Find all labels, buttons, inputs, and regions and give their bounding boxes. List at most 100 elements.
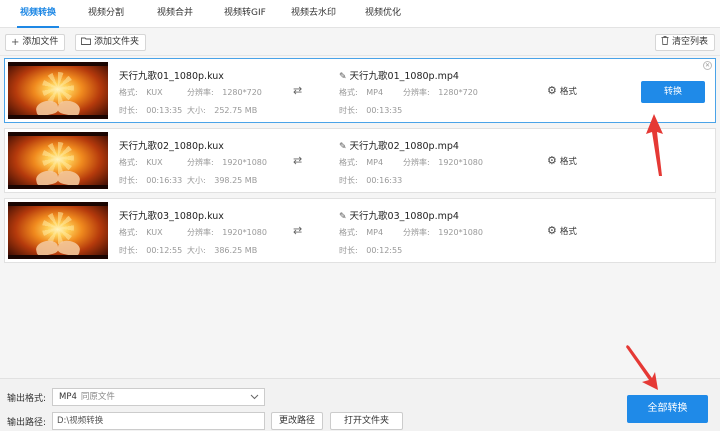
tab-bar: 视频转换 视频分割 视频合并 视频转GIF 视频去水印 视频优化 bbox=[0, 0, 720, 28]
empty-list-area bbox=[0, 266, 720, 378]
output-file-name-wrap[interactable]: ✎ 天行九歌02_1080p.mp4 bbox=[339, 138, 459, 152]
output-file-name-wrap[interactable]: ✎ 天行九歌03_1080p.mp4 bbox=[339, 208, 459, 222]
out-resolution-value: 1920*1080 bbox=[438, 158, 483, 167]
format-value: KUX bbox=[146, 158, 163, 167]
file-row[interactable]: 天行九歌02_1080p.kux 格式: KUX 分辨率: 1920*1080 … bbox=[4, 128, 716, 193]
tab-video-to-gif[interactable]: 视频转GIF bbox=[224, 0, 266, 28]
open-folder-button[interactable]: 打开文件夹 bbox=[330, 412, 403, 430]
output-file-name: 天行九歌01_1080p.mp4 bbox=[349, 71, 459, 82]
tab-video-optimize[interactable]: 视频优化 bbox=[365, 0, 401, 28]
size-label: 大小: bbox=[187, 246, 206, 255]
source-file-name: 天行九歌02_1080p.kux bbox=[119, 141, 224, 152]
out-duration-value: 00:13:35 bbox=[366, 106, 403, 115]
gear-icon: ⚙ bbox=[547, 84, 557, 97]
out-resolution-label: 分辨率: bbox=[403, 228, 430, 237]
duration-label: 时长: bbox=[119, 246, 138, 255]
output-settings-panel: 输出格式: MP4 同原文件 输出路径: D:\视频转换 更改路径 打开文件夹 全… bbox=[0, 378, 720, 431]
size-value: 386.25 MB bbox=[214, 246, 258, 255]
duration-value: 00:12:55 bbox=[146, 246, 183, 255]
close-icon[interactable]: ✕ bbox=[703, 61, 712, 70]
gear-icon: ⚙ bbox=[547, 154, 557, 167]
resolution-value: 1920*1080 bbox=[222, 228, 267, 237]
out-resolution-label: 分辨率: bbox=[403, 158, 430, 167]
format-label: 格式: bbox=[119, 88, 138, 97]
toolbar: + 添加文件 添加文件夹 清空列表 bbox=[0, 28, 720, 56]
clear-list-button[interactable]: 清空列表 bbox=[655, 34, 716, 51]
duration-label: 时长: bbox=[119, 106, 138, 115]
add-file-button[interactable]: + 添加文件 bbox=[5, 34, 66, 51]
out-format-value: MP4 bbox=[366, 158, 384, 167]
output-path-input[interactable]: D:\视频转换 bbox=[52, 412, 265, 430]
tab-remove-watermark[interactable]: 视频去水印 bbox=[291, 0, 336, 28]
shuffle-icon: ⇄ bbox=[293, 154, 303, 167]
out-resolution-label: 分辨率: bbox=[403, 88, 430, 97]
duration-value: 00:13:35 bbox=[146, 106, 183, 115]
tab-video-split[interactable]: 视频分割 bbox=[88, 0, 124, 28]
out-duration-label: 时长: bbox=[339, 106, 358, 115]
size-label: 大小: bbox=[187, 106, 206, 115]
size-value: 398.25 MB bbox=[214, 176, 258, 185]
duration-label: 时长: bbox=[119, 176, 138, 185]
video-thumbnail bbox=[8, 62, 108, 119]
resolution-label: 分辨率: bbox=[187, 228, 214, 237]
output-format-value: MP4 bbox=[59, 392, 77, 402]
tab-video-convert[interactable]: 视频转换 bbox=[16, 0, 60, 28]
output-format-select[interactable]: MP4 同原文件 bbox=[52, 388, 265, 406]
output-file-name-wrap[interactable]: ✎ 天行九歌01_1080p.mp4 bbox=[339, 68, 459, 82]
format-label: 格式: bbox=[119, 158, 138, 167]
add-file-label: 添加文件 bbox=[22, 37, 59, 47]
format-label: 格式: bbox=[119, 228, 138, 237]
format-settings-button[interactable]: ⚙ 格式 bbox=[547, 224, 577, 237]
plus-icon: + bbox=[11, 37, 20, 48]
resolution-value: 1280*720 bbox=[222, 88, 262, 97]
output-format-label: 输出格式: bbox=[7, 394, 47, 404]
clear-list-label: 清空列表 bbox=[672, 37, 709, 47]
tab-video-merge[interactable]: 视频合并 bbox=[157, 0, 193, 28]
output-file-name: 天行九歌02_1080p.mp4 bbox=[349, 141, 459, 152]
file-row[interactable]: 天行九歌03_1080p.kux 格式: KUX 分辨率: 1920*1080 … bbox=[4, 198, 716, 263]
out-duration-value: 00:16:33 bbox=[366, 176, 403, 185]
out-duration-value: 00:12:55 bbox=[366, 246, 403, 255]
pencil-icon[interactable]: ✎ bbox=[339, 142, 347, 152]
trash-icon bbox=[661, 35, 669, 50]
size-label: 大小: bbox=[187, 176, 206, 185]
out-format-label: 格式: bbox=[339, 228, 358, 237]
format-settings-label: 格式 bbox=[559, 226, 577, 237]
convert-button[interactable]: 转换 bbox=[641, 81, 705, 103]
source-file-name: 天行九歌03_1080p.kux bbox=[119, 211, 224, 222]
format-settings-label: 格式 bbox=[559, 86, 577, 97]
duration-value: 00:16:33 bbox=[146, 176, 183, 185]
out-duration-label: 时长: bbox=[339, 176, 358, 185]
convert-all-button[interactable]: 全部转换 bbox=[627, 395, 708, 423]
shuffle-icon: ⇄ bbox=[293, 224, 303, 237]
pencil-icon[interactable]: ✎ bbox=[339, 212, 347, 222]
add-folder-button[interactable]: 添加文件夹 bbox=[75, 34, 147, 51]
size-value: 252.75 MB bbox=[214, 106, 258, 115]
out-duration-label: 时长: bbox=[339, 246, 358, 255]
format-settings-button[interactable]: ⚙ 格式 bbox=[547, 154, 577, 167]
file-list: 天行九歌01_1080p.kux 格式: KUX 分辨率: 1280*720 时… bbox=[0, 56, 720, 266]
video-thumbnail bbox=[8, 202, 108, 259]
pencil-icon[interactable]: ✎ bbox=[339, 72, 347, 82]
format-value: KUX bbox=[146, 228, 163, 237]
resolution-label: 分辨率: bbox=[187, 158, 214, 167]
file-row[interactable]: 天行九歌01_1080p.kux 格式: KUX 分辨率: 1280*720 时… bbox=[4, 58, 716, 123]
out-format-value: MP4 bbox=[366, 228, 384, 237]
out-format-value: MP4 bbox=[366, 88, 384, 97]
resolution-label: 分辨率: bbox=[187, 88, 214, 97]
add-folder-label: 添加文件夹 bbox=[94, 37, 140, 47]
chevron-down-icon bbox=[250, 389, 259, 411]
output-format-sub: 同原文件 bbox=[80, 392, 115, 402]
format-settings-label: 格式 bbox=[559, 156, 577, 167]
format-value: KUX bbox=[146, 88, 163, 97]
change-path-button[interactable]: 更改路径 bbox=[271, 412, 323, 430]
output-file-name: 天行九歌03_1080p.mp4 bbox=[349, 211, 459, 222]
shuffle-icon: ⇄ bbox=[293, 84, 303, 97]
out-resolution-value: 1920*1080 bbox=[438, 228, 483, 237]
out-format-label: 格式: bbox=[339, 158, 358, 167]
resolution-value: 1920*1080 bbox=[222, 158, 267, 167]
gear-icon: ⚙ bbox=[547, 224, 557, 237]
format-settings-button[interactable]: ⚙ 格式 bbox=[547, 84, 577, 97]
output-path-label: 输出路径: bbox=[7, 418, 47, 428]
folder-icon bbox=[81, 35, 91, 50]
